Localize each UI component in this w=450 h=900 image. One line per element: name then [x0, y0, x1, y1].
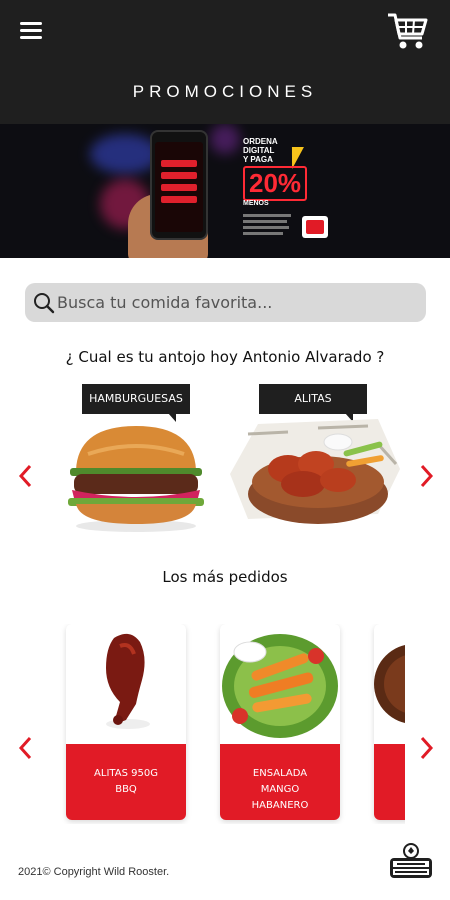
product-card[interactable]: ENSALADA MANGO HABANERO [220, 624, 340, 820]
banner-logo [302, 216, 328, 238]
banner-discount: 20% [243, 166, 308, 201]
mango-salad-image [222, 634, 338, 738]
product-image [374, 645, 405, 723]
banner-headline-2: DIGITAL [243, 146, 275, 155]
most-ordered-next-arrow-icon[interactable] [416, 735, 436, 761]
product-label: ENSALADA MANGO HABANERO [220, 744, 340, 820]
product-label: ALITAS 950G BBQ [66, 744, 186, 820]
category-alitas[interactable]: ALITAS [228, 384, 408, 544]
most-ordered-title: Los más pedidos [162, 568, 288, 586]
category-label: HAMBURGUESAS [82, 384, 190, 422]
categories-prev-arrow-icon[interactable] [16, 463, 36, 489]
page-title: PROMOCIONES [132, 82, 318, 101]
bbq-wing-image [106, 633, 150, 729]
most-ordered-prev-arrow-icon[interactable] [16, 735, 36, 761]
banner-headline-1: ORDENA [243, 137, 278, 146]
product-card[interactable]: ALITAS 950G BBQ [66, 624, 186, 820]
greeting-text: ¿ Cual es tu antojo hoy Antonio Alvarado… [65, 348, 385, 366]
phone-image [150, 130, 208, 240]
wings-image [230, 419, 400, 524]
banner-fine-print [243, 214, 295, 244]
hamburger-menu-icon[interactable] [20, 22, 42, 40]
burger-image [68, 426, 204, 532]
product-label [374, 744, 405, 820]
search-bar[interactable] [25, 283, 426, 322]
product-card[interactable] [374, 624, 405, 820]
shopping-cart-icon[interactable] [386, 10, 430, 52]
top-header: PROMOCIONES [0, 0, 450, 124]
search-icon [34, 293, 55, 314]
banner-discount-suffix: MENOS [243, 200, 269, 207]
category-hamburguesas[interactable]: HAMBURGUESAS [58, 384, 218, 544]
wild-rooster-logo [388, 841, 434, 881]
banner-headline-3: Y PAGA [243, 155, 273, 164]
promo-banner[interactable]: ORDENA DIGITAL Y PAGA 20% MENOS [0, 124, 450, 258]
categories-next-arrow-icon[interactable] [416, 463, 436, 489]
search-input[interactable] [57, 289, 417, 315]
copyright-text: 2021© Copyright Wild Rooster. [18, 866, 170, 878]
category-label: ALITAS [259, 384, 367, 422]
most-ordered-carousel: ALITAS 950G BBQ ENSALADA MANGO HABANERO [60, 624, 405, 824]
